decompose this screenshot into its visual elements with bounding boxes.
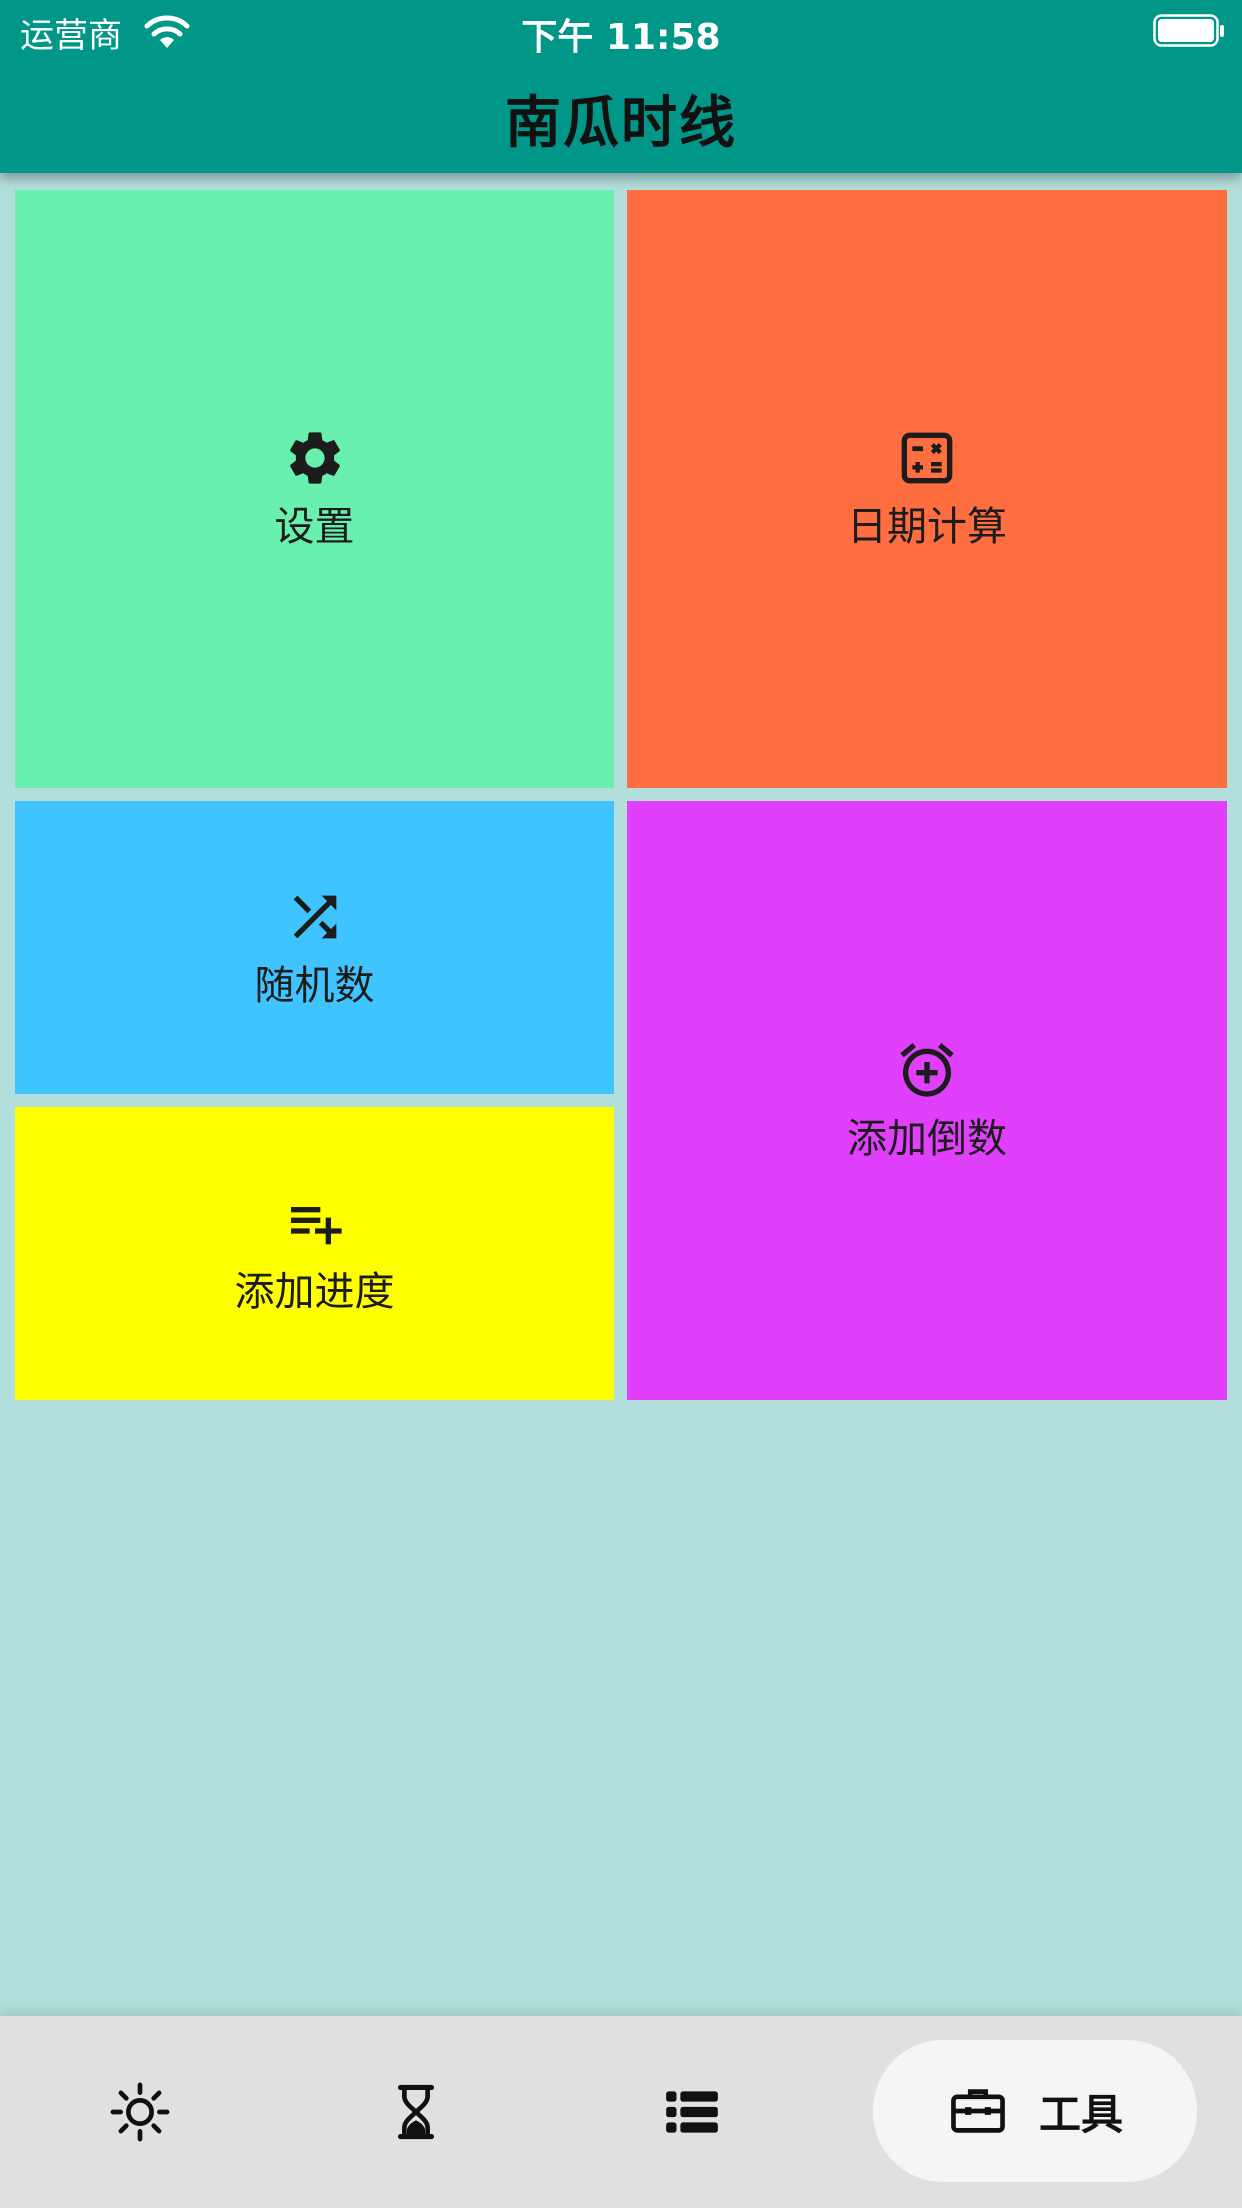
calculator-icon	[895, 426, 959, 490]
nav-hourglass[interactable]	[356, 2062, 476, 2162]
battery-icon	[1153, 14, 1225, 48]
status-time: 下午 11:58	[521, 17, 721, 58]
add-countdown-tile[interactable]: 添加倒数	[627, 801, 1227, 1400]
status-bar: 运营商 下午 11:58	[0, 0, 1242, 62]
nav-list[interactable]	[632, 2062, 752, 2162]
settings-tile[interactable]: 设置	[15, 190, 614, 788]
toolbox-icon	[947, 2080, 1009, 2142]
random-number-tile[interactable]: 随机数	[15, 801, 614, 1094]
date-calc-label: 日期计算	[847, 504, 1007, 550]
gear-icon	[283, 426, 347, 490]
nav-tools-label: 工具	[1038, 2089, 1123, 2139]
random-number-label: 随机数	[254, 962, 375, 1009]
shuffle-icon	[283, 885, 347, 949]
settings-label: 设置	[274, 504, 355, 550]
list-icon	[661, 2081, 723, 2143]
nav-sun[interactable]	[80, 2062, 200, 2162]
page-title: 南瓜时线	[505, 91, 737, 156]
alarm-add-icon	[895, 1038, 959, 1102]
add-progress-label: 添加进度	[234, 1268, 395, 1315]
app-bar: 运营商 下午 11:58 南瓜时线	[0, 0, 1242, 173]
add-progress-tile[interactable]: 添加进度	[15, 1107, 614, 1400]
sun-icon	[109, 2081, 171, 2143]
add-countdown-label: 添加倒数	[847, 1115, 1007, 1162]
nav-tools[interactable]: 工具	[873, 2040, 1197, 2182]
date-calc-tile[interactable]: 日期计算	[627, 190, 1227, 788]
hourglass-icon	[385, 2081, 447, 2143]
bottom-nav: 工具	[0, 2016, 1242, 2208]
playlist-add-icon	[283, 1191, 347, 1255]
